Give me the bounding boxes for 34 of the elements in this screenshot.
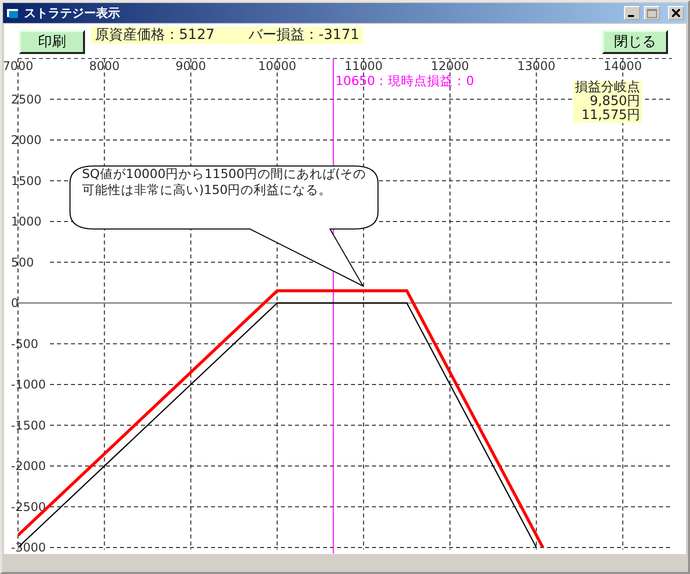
minimize-button[interactable] [624, 6, 640, 20]
current-price-label: 10650：現時点損益：0 [335, 73, 474, 88]
price-text: 原資産価格：5127 [95, 27, 215, 44]
y-tick-label: -3000 [11, 540, 46, 554]
x-tick-label: 11000 [344, 59, 383, 73]
breakeven-title: 損益分岐点 [575, 81, 640, 95]
print-button[interactable]: 印刷 [19, 30, 85, 54]
x-tick-label: 14000 [604, 59, 642, 73]
y-tick-label: -2000 [11, 459, 46, 473]
y-tick-label: 1500 [11, 174, 42, 188]
x-tick-label: 9000 [176, 59, 206, 73]
y-tick-label: -1000 [11, 378, 46, 392]
y-tick-label: 500 [11, 255, 34, 270]
y-tick-label: 2500 [11, 92, 42, 106]
close-icon [672, 9, 680, 17]
breakeven-value: 9,850円 [588, 95, 640, 109]
x-tick-label: 7000 [4, 59, 34, 73]
y-tick-label: -500 [11, 336, 38, 351]
x-tick-label: 12000 [430, 59, 470, 73]
y-tick-label: 0 [11, 296, 19, 310]
y-tick-label: 1000 [11, 214, 42, 228]
x-tick-label: 8000 [89, 59, 120, 73]
breakeven-value: 11,575円 [580, 109, 640, 123]
y-tick-label: 2000 [11, 133, 42, 147]
close-button[interactable]: 閉じる [602, 30, 668, 54]
maximize-icon [647, 8, 657, 18]
close-button[interactable] [668, 6, 684, 20]
window-icon [6, 7, 20, 19]
window-title: ストラテジー表示 [24, 5, 120, 22]
callout-text: SQ値が10000円から11500円の間にあれば(その可能性は非常に高い)150円の利益になる。 [82, 166, 368, 198]
y-tick-label: -1500 [11, 418, 46, 432]
x-tick-label: 13000 [517, 59, 556, 73]
x-tick-label: 10000 [258, 59, 296, 73]
bar-pl-text: バー損益：-3171 [248, 27, 360, 44]
